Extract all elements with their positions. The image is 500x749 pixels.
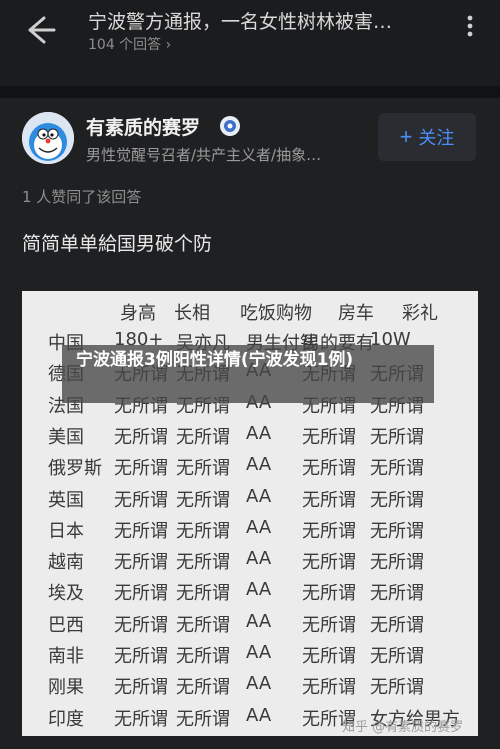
table-row-country: 美国 (48, 426, 84, 448)
table-row-country: 英国 (48, 489, 84, 511)
table-row-country: 南非 (48, 646, 84, 667)
table-cell: 无所谓 (302, 552, 356, 574)
table-cell: 无所谓 (370, 458, 424, 480)
table-row: 刚果 无所谓 无所谓 AA 无所谓 无所谓 (22, 671, 478, 701)
table-cell: 无所谓 (176, 646, 230, 667)
answers-count-link[interactable]: 104 个回答 › (88, 34, 171, 54)
table-row: 南非 无所谓 无所谓 AA 无所谓 无所谓 (22, 640, 478, 670)
likes-count: 1 人赞同了该回答 (22, 188, 142, 206)
table-header-cell: 房车 (338, 303, 374, 324)
table-header-cell: 长相 (174, 303, 210, 324)
table-cell: 无所谓 (176, 426, 230, 448)
table-header-cell: 身高 (120, 303, 156, 324)
table-row-country: 俄罗斯 (48, 458, 102, 480)
table-cell: 无所谓 (302, 458, 356, 480)
table-cell: AA (246, 673, 272, 695)
table-cell: 无所谓 (176, 614, 230, 636)
table-cell: AA (246, 548, 272, 570)
watermark: 知乎 @有素质的赛罗 (342, 720, 464, 735)
table-row: 越南 无所谓 无所谓 AA 无所谓 无所谓 (22, 546, 478, 576)
table-cell: AA (246, 579, 272, 601)
table-cell: 无所谓 (114, 646, 168, 667)
table-cell: 无所谓 (302, 489, 356, 511)
table-cell: 无所谓 (176, 552, 230, 574)
table-row-country: 埃及 (48, 583, 84, 605)
table-cell: 无所谓 (370, 552, 424, 574)
question-title[interactable]: 宁波警方通报，一名女性树林被害… (88, 7, 438, 34)
table-cell: 无所谓 (114, 520, 168, 542)
table-cell: 无所谓 (370, 583, 424, 605)
table-row: 美国 无所谓 无所谓 AA 无所谓 无所谓 (22, 421, 478, 451)
author-avatar[interactable] (22, 112, 74, 164)
table-cell: 无所谓 (302, 677, 356, 699)
table-cell: AA (246, 642, 272, 663)
table-cell: 无所谓 (114, 708, 168, 730)
table-cell: 无所谓 (114, 458, 168, 480)
table-header-cell: 彩礼 (402, 303, 438, 324)
follow-button[interactable]: + 关注 (378, 113, 476, 161)
table-row: 英国 无所谓 无所谓 AA 无所谓 无所谓 (22, 484, 478, 514)
table-header-cell: 吃饭购物 (240, 303, 312, 324)
table-row: 俄罗斯 无所谓 无所谓 AA 无所谓 无所谓 (22, 452, 478, 482)
table-row: 巴西 无所谓 无所谓 AA 无所谓 无所谓 (22, 609, 478, 639)
answer-text: 简简单单給国男破个防 (22, 233, 213, 255)
table-cell: 无所谓 (302, 520, 356, 542)
author-name[interactable]: 有素质的赛罗 (86, 113, 200, 140)
table-cell: 无所谓 (370, 426, 424, 448)
follow-label: 关注 (418, 128, 455, 148)
verified-badge-icon (220, 116, 240, 136)
table-cell: 无所谓 (302, 646, 356, 667)
table-cell: AA (246, 485, 272, 507)
table-cell: 无所谓 (176, 677, 230, 699)
more-options-icon[interactable] (458, 14, 482, 38)
table-cell: 无所谓 (370, 520, 424, 542)
section-divider (0, 86, 500, 98)
table-cell: AA (246, 454, 272, 476)
table-row: 埃及 无所谓 无所谓 AA 无所谓 无所谓 (22, 577, 478, 607)
table-row-country: 巴西 (48, 614, 84, 636)
table-row: 日本 无所谓 无所谓 AA 无所谓 无所谓 (22, 515, 478, 545)
table-cell: 无所谓 (370, 489, 424, 511)
author-bio: 男性觉醒号召者/共产主义者/抽象… (86, 146, 322, 164)
back-arrow-icon[interactable] (22, 14, 58, 46)
table-cell: 无所谓 (302, 583, 356, 605)
table-cell: 无所谓 (114, 552, 168, 574)
table-cell: AA (246, 610, 272, 632)
table-cell: 无所谓 (370, 614, 424, 636)
table-cell: 无所谓 (114, 614, 168, 636)
table-cell: 无所谓 (302, 426, 356, 448)
table-cell: 无所谓 (370, 646, 424, 667)
table-row-country: 越南 (48, 552, 84, 574)
avatar-image (22, 112, 74, 164)
table-row-country: 刚果 (48, 677, 84, 699)
table-cell: 无所谓 (176, 458, 230, 480)
table-cell: 无所谓 (176, 489, 230, 511)
table-cell: 无所谓 (302, 614, 356, 636)
table-cell: AA (246, 422, 272, 444)
table-cell: AA (246, 516, 272, 538)
table-row-country: 印度 (48, 708, 84, 730)
table-cell: 无所谓 (370, 677, 424, 699)
caption-text: 宁波通报3例阳性详情(宁波发现1例) (76, 350, 354, 370)
table-cell: 无所谓 (176, 520, 230, 542)
plus-icon: + (399, 124, 413, 149)
table-cell: 无所谓 (114, 583, 168, 605)
table-cell: 无所谓 (114, 489, 168, 511)
table-cell: 无所谓 (114, 677, 168, 699)
chevron-right-icon: › (165, 37, 172, 53)
table-header-row: 身高 长相 吃饭购物 房车 彩礼 (22, 297, 478, 327)
table-cell: 无所谓 (114, 426, 168, 448)
table-cell: 无所谓 (176, 583, 230, 605)
top-bar: 宁波警方通报，一名女性树林被害… 104 个回答 › (0, 0, 500, 86)
answers-count: 104 个回答 (88, 37, 162, 53)
table-cell: 无所谓 (176, 708, 230, 730)
table-row-country: 日本 (48, 520, 84, 542)
table-cell: AA (246, 704, 272, 726)
